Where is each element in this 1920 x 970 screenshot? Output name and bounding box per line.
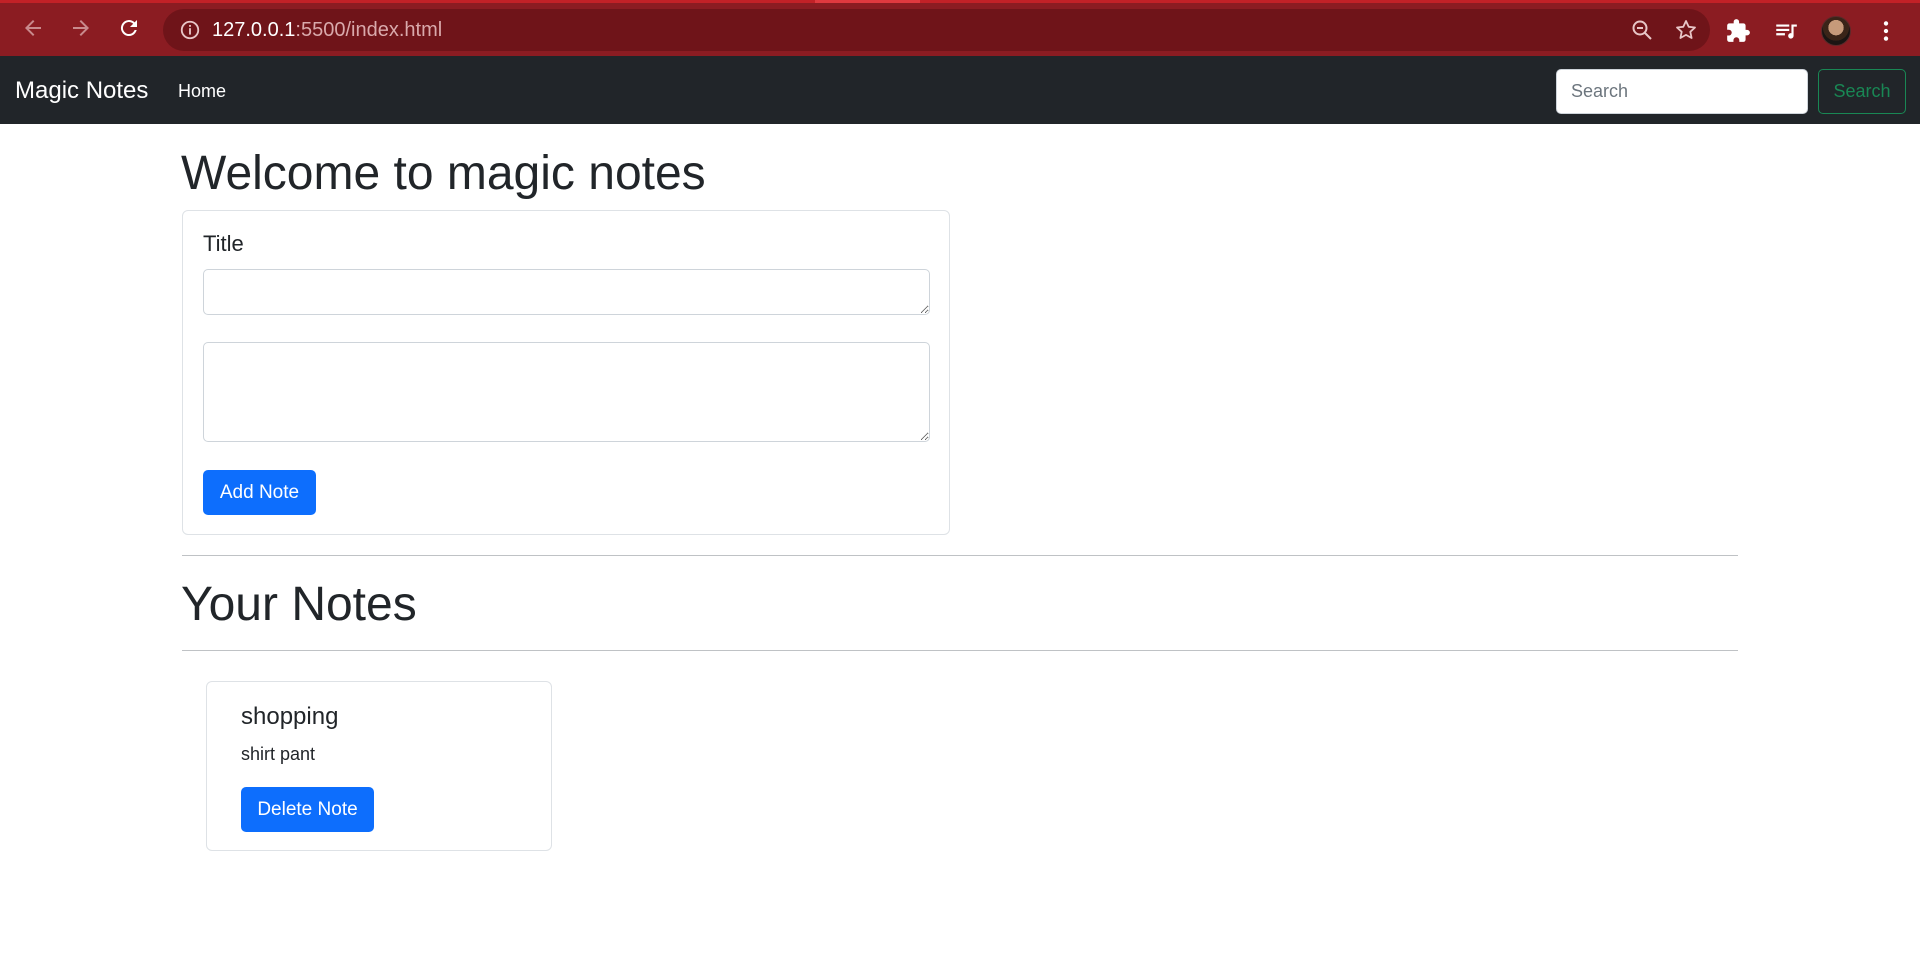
media-queue-icon[interactable]: [1773, 18, 1799, 44]
divider: [182, 650, 1738, 651]
url-host: 127.0.0.1: [212, 18, 296, 41]
forward-button[interactable]: [57, 4, 105, 52]
note-body-input[interactable]: [203, 342, 930, 442]
forward-icon: [73, 20, 89, 36]
add-note-button[interactable]: Add Note: [203, 470, 316, 515]
back-icon: [25, 20, 41, 36]
notes-heading: Your Notes: [181, 578, 417, 631]
star-icon[interactable]: [1674, 18, 1698, 42]
add-note-card: Title Add Note: [182, 210, 950, 535]
extensions-icon[interactable]: [1725, 18, 1751, 44]
note-card: shopping shirt pant Delete Note: [206, 681, 552, 851]
note-title: shopping: [241, 703, 339, 730]
brand-link[interactable]: Magic Notes: [15, 77, 148, 106]
browser-toolbar: 127.0.0.1:5500/index.html: [0, 0, 1920, 56]
search-button[interactable]: Search: [1818, 69, 1906, 114]
nav-home-link[interactable]: Home: [178, 81, 226, 102]
url-text[interactable]: 127.0.0.1:5500/index.html: [212, 19, 442, 42]
reload-icon: [120, 20, 137, 37]
navbar: Magic Notes Home Search: [0, 56, 1920, 124]
url-path: :5500/index.html: [295, 18, 443, 41]
zoom-out-icon[interactable]: [1630, 18, 1654, 42]
note-text: shirt pant: [241, 744, 316, 764]
title-label: Title: [203, 231, 244, 256]
avatar[interactable]: [1821, 16, 1851, 46]
back-button[interactable]: [9, 4, 57, 52]
address-bar[interactable]: 127.0.0.1:5500/index.html: [163, 9, 1710, 51]
info-icon[interactable]: [179, 19, 201, 41]
reload-button[interactable]: [105, 4, 153, 52]
tab-accent: [815, 0, 920, 3]
page-title: Welcome to magic notes: [181, 147, 706, 200]
divider: [182, 555, 1738, 556]
menu-icon[interactable]: [1873, 18, 1899, 44]
note-title-input[interactable]: [203, 269, 930, 315]
delete-note-button[interactable]: Delete Note: [241, 787, 374, 832]
search-input[interactable]: [1556, 69, 1808, 114]
